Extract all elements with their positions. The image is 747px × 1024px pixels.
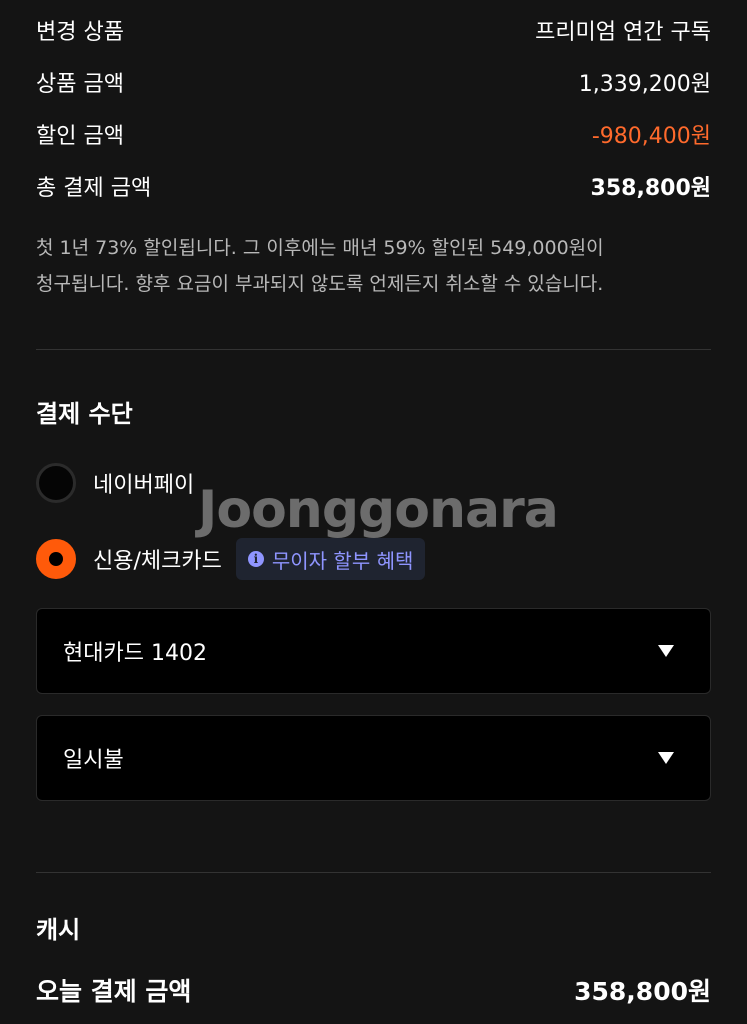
today-payment-value: 358,800원 bbox=[574, 977, 711, 1006]
card-select-value: 현대카드 1402 bbox=[63, 641, 207, 666]
caret-down-icon bbox=[658, 645, 674, 657]
billing-note: 첫 1년 73% 할인됩니다. 그 이후에는 매년 59% 할인된 549,00… bbox=[36, 230, 711, 302]
product-label: 변경 상품 bbox=[36, 20, 124, 45]
divider bbox=[36, 349, 711, 350]
total-label: 총 결제 금액 bbox=[36, 176, 152, 201]
radio-card-selected[interactable] bbox=[36, 539, 76, 579]
payment-method-title: 결제 수단 bbox=[36, 400, 133, 428]
naverpay-label: 네이버페이 bbox=[93, 473, 195, 498]
billing-note-line-2: 청구됩니다. 향후 요금이 부과되지 않도록 언제든지 취소할 수 있습니다. bbox=[36, 273, 604, 295]
payment-option-naverpay[interactable]: 네이버페이 bbox=[36, 462, 194, 504]
interest-free-badge[interactable]: i 무이자 할부 혜택 bbox=[235, 538, 426, 580]
product-row: 변경 상품 프리미엄 연간 구독 bbox=[36, 14, 711, 46]
radio-naverpay[interactable] bbox=[36, 463, 76, 503]
card-select[interactable]: 현대카드 1402 bbox=[36, 608, 711, 694]
divider bbox=[36, 872, 711, 873]
card-label: 신용/체크카드 bbox=[93, 549, 222, 574]
price-row: 상품 금액 1,339,200원 bbox=[36, 66, 711, 98]
price-value: 1,339,200원 bbox=[578, 72, 711, 97]
cash-title: 캐시 bbox=[36, 916, 81, 944]
discount-value: -980,400원 bbox=[591, 124, 711, 149]
total-value: 358,800원 bbox=[590, 176, 711, 201]
today-payment-row: 오늘 결제 금액 358,800원 bbox=[36, 972, 711, 1008]
payment-option-card[interactable]: 신용/체크카드 i 무이자 할부 혜택 bbox=[36, 538, 426, 580]
today-payment-label: 오늘 결제 금액 bbox=[36, 977, 192, 1006]
caret-down-icon bbox=[658, 752, 674, 764]
price-label: 상품 금액 bbox=[36, 72, 124, 97]
info-icon: i bbox=[247, 551, 264, 567]
watermark: Joonggonara bbox=[198, 480, 559, 540]
billing-note-line-1: 첫 1년 73% 할인됩니다. 그 이후에는 매년 59% 할인된 549,00… bbox=[36, 237, 604, 259]
payment-page: 변경 상품 프리미엄 연간 구독 상품 금액 1,339,200원 할인 금액 … bbox=[0, 0, 747, 1024]
discount-label: 할인 금액 bbox=[36, 124, 124, 149]
installment-select[interactable]: 일시불 bbox=[36, 715, 711, 801]
installment-select-value: 일시불 bbox=[63, 748, 124, 773]
product-value: 프리미엄 연간 구독 bbox=[535, 20, 711, 45]
total-row: 총 결제 금액 358,800원 bbox=[36, 170, 711, 202]
discount-row: 할인 금액 -980,400원 bbox=[36, 118, 711, 150]
interest-free-label: 무이자 할부 혜택 bbox=[271, 548, 414, 573]
